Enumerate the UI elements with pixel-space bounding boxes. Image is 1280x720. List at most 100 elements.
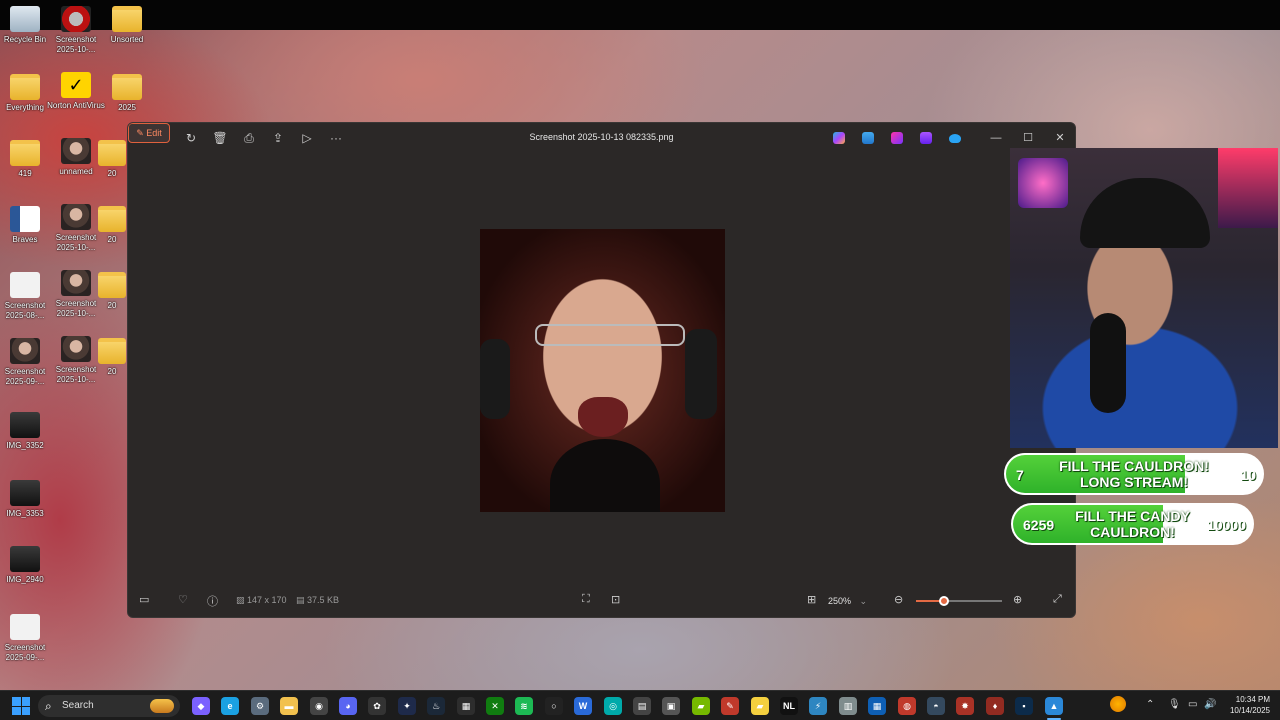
displayed-photo	[480, 229, 725, 512]
taskbar-app-app-15[interactable]: ◎	[604, 697, 622, 715]
clipchamp-icon[interactable]	[920, 132, 932, 144]
favorite-icon[interactable]: ♡	[178, 593, 188, 606]
desktop-icon-20[interactable]: 20	[97, 338, 127, 377]
viewer-status-bar: ▭ ♡ ⓘ ▨ 147 x 170 ▤ 37.5 KB ⛶ ⊡ ⊞ 250% ⌄…	[128, 585, 1075, 617]
taskbar-app-calculator[interactable]: ▤	[633, 697, 651, 715]
zoom-in-icon[interactable]: ⊕	[1013, 593, 1022, 606]
taskbar-app-app-28[interactable]: ♦	[986, 697, 1004, 715]
taskbar-app-steam[interactable]: ♨	[427, 697, 445, 715]
goal-bar-candy-cauldron: 6259 FILL THE CANDY CAULDRON! 10000	[1011, 503, 1254, 545]
taskbar-app-app-14[interactable]: W	[574, 697, 592, 715]
taskbar-app-obs[interactable]: ◉	[310, 697, 328, 715]
goal-bar-cauldron: 7 FILL THE CAULDRON! LONG STREAM! 10	[1004, 453, 1264, 495]
taskbar-app-terminal[interactable]: ▪	[1015, 697, 1033, 715]
desktop-icon-label: IMG_3353	[6, 509, 44, 518]
taskbar-app-store[interactable]: ▦	[868, 697, 886, 715]
norton-icon: ✓	[61, 72, 91, 98]
desktop-icon-screenshot[interactable]: Screenshot 2025-09-...	[0, 614, 55, 663]
photos-icon[interactable]	[862, 132, 874, 144]
volume-icon[interactable]: 🔊	[1204, 699, 1216, 710]
network-icon[interactable]: ▭	[1188, 699, 1197, 710]
windows-taskbar: ⌕ Search ◆ e ⚙ ▬ ◉ ◕ ✿ ✦ ♨ ▦ ✕ ≋ ○ W ◎ ▤ ▣ ▰ ✎ ▰ NL ⚡ ▥ ▦ ◍ ◓ ✸ ♦ ▪ ▲…	[0, 690, 1280, 720]
desktop-icon-20[interactable]: 20	[97, 206, 127, 245]
taskbar-app-discord[interactable]: ◕	[339, 697, 357, 715]
goal-title-line: FILL THE CAULDRON!	[1059, 458, 1209, 474]
folder-icon	[98, 272, 126, 298]
taskbar-search-box[interactable]: ⌕ Search	[38, 695, 180, 717]
microphone-icon[interactable]: 🎙	[1168, 699, 1181, 710]
taskbar-app-app-18[interactable]: ▰	[692, 697, 710, 715]
taskbar-app-edge[interactable]: e	[221, 697, 239, 715]
desktop-icon-20[interactable]: 20	[97, 140, 127, 179]
chevron-up-icon[interactable]: ⌃	[1146, 699, 1154, 710]
copilot-icon[interactable]	[833, 132, 845, 144]
taskbar-app-sticky-notes[interactable]: ▰	[751, 697, 769, 715]
windows-logo-pane	[21, 697, 30, 706]
image-icon	[61, 336, 91, 362]
search-icon: ⌕	[45, 699, 52, 713]
taskbar-app-app-22[interactable]: ⚡	[809, 697, 827, 715]
zoom-slider[interactable]	[916, 596, 1002, 606]
start-button[interactable]	[12, 697, 30, 715]
desktop-icon-label: IMG_2940	[6, 575, 44, 584]
desktop-icon-2025[interactable]: 2025	[97, 74, 157, 113]
file-size-text: 37.5 KB	[307, 595, 340, 605]
viewer-toolbar: ✎ Edit ↻ 🗑 ⎙ ⇪ ▷ ··· Screenshot 2025-10-…	[128, 123, 1075, 153]
webcam-microphone	[1090, 313, 1126, 413]
photo-microphone	[550, 439, 660, 512]
desktop-icon-label: 20	[107, 301, 117, 310]
dimensions-readout: ▨ 147 x 170	[236, 595, 287, 606]
photos-viewer-window: ✎ Edit ↻ 🗑 ⎙ ⇪ ▷ ··· Screenshot 2025-10-…	[127, 122, 1076, 618]
desktop-icon-img-3353[interactable]: IMG_3353	[0, 480, 55, 519]
taskbar-app-file-explorer[interactable]: ▬	[280, 697, 298, 715]
taskbar-app-app-19[interactable]: ✎	[721, 697, 739, 715]
goal-current-value: 6259	[1023, 517, 1055, 533]
designer-icon[interactable]	[891, 132, 903, 144]
taskbar-app-xbox[interactable]: ✕	[486, 697, 504, 715]
folder-icon	[98, 206, 126, 232]
filmstrip-icon[interactable]: ▭	[139, 593, 149, 606]
zoom-out-icon[interactable]: ⊖	[894, 593, 903, 606]
onedrive-icon[interactable]	[949, 134, 961, 143]
photo-headset-right	[685, 329, 717, 419]
fullscreen-icon[interactable]: ⤢	[1053, 593, 1062, 606]
crop-view-icon[interactable]: ⛶	[582, 593, 590, 606]
taskbar-app-app-27[interactable]: ✸	[956, 697, 974, 715]
taskbar-app-app-25[interactable]: ◍	[898, 697, 916, 715]
desktop-icon-label: Unsorted	[110, 35, 144, 44]
taskbar-app-app-26[interactable]: ◓	[927, 697, 945, 715]
taskbar-app-chatgpt[interactable]: ✿	[368, 697, 386, 715]
taskbar-app-photoshop[interactable]: ✦	[398, 697, 416, 715]
goal-target-value: 10	[1240, 467, 1256, 483]
taskbar-app-copilot[interactable]: ◆	[192, 697, 210, 715]
taskbar-app-app-21[interactable]: NL	[780, 697, 798, 715]
weather-icon[interactable]	[1110, 696, 1126, 712]
taskbar-app-app-23[interactable]: ▥	[839, 697, 857, 715]
taskbar-app-app-17[interactable]: ▣	[662, 697, 680, 715]
clock-time: 10:34 PM	[1235, 695, 1270, 704]
zoom-slider-thumb[interactable]	[939, 596, 950, 606]
zoom-value: 250%	[828, 596, 852, 606]
scan-icon[interactable]: ⊡	[611, 593, 620, 606]
goal-title-line: LONG STREAM!	[1079, 474, 1189, 490]
desktop-icon-img-2940[interactable]: IMG_2940	[0, 546, 55, 585]
image-icon	[10, 480, 40, 506]
zoom-dropdown[interactable]: 250% ⌄	[828, 592, 882, 610]
desktop-icon-unsorted[interactable]: Unsorted	[97, 6, 157, 45]
desktop-icon-20[interactable]: 20	[97, 272, 127, 311]
taskbar-app-app-10[interactable]: ▦	[457, 697, 475, 715]
folder-icon	[112, 6, 142, 32]
taskbar-app-app-13[interactable]: ○	[545, 697, 563, 715]
minimize-button[interactable]: —	[983, 128, 1009, 148]
info-icon[interactable]: ⓘ	[207, 593, 218, 609]
close-button[interactable]: ✕	[1047, 128, 1073, 148]
fit-to-window-icon[interactable]: ⊞	[807, 593, 816, 606]
taskbar-clock[interactable]: 10:34 PM 10/14/2025	[1230, 694, 1270, 716]
taskbar-app-spotify[interactable]: ≋	[515, 697, 533, 715]
photo-glasses	[535, 324, 685, 346]
image-icon	[61, 204, 91, 230]
maximize-button[interactable]: ☐	[1015, 128, 1041, 148]
taskbar-app-photos-active[interactable]: ▲	[1045, 697, 1063, 715]
desktop-icon-img-3352[interactable]: IMG_3352	[0, 412, 55, 451]
taskbar-app-settings[interactable]: ⚙	[251, 697, 269, 715]
